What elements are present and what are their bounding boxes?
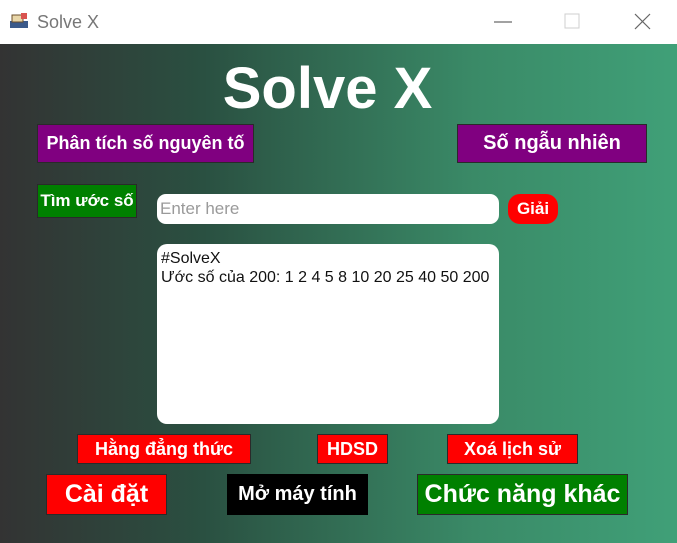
clear-history-button[interactable]: Xoá lịch sử (447, 434, 578, 464)
prime-factorization-button[interactable]: Phân tích số nguyên tố (37, 124, 254, 163)
find-divisors-button[interactable]: Tìm ước số (37, 184, 137, 218)
number-input[interactable]: Enter here (157, 194, 499, 224)
open-calculator-button[interactable]: Mở máy tính (227, 474, 368, 515)
identities-button[interactable]: Hằng đẳng thức (77, 434, 251, 464)
guide-button[interactable]: HDSD (317, 434, 388, 464)
minimize-button[interactable] (480, 8, 526, 36)
settings-button[interactable]: Cài đặt (46, 474, 167, 515)
maximize-icon (564, 13, 580, 29)
close-button[interactable] (619, 8, 665, 36)
minimize-icon (494, 21, 512, 23)
solve-button[interactable]: Giải (508, 194, 558, 224)
other-functions-button[interactable]: Chức năng khác (417, 474, 628, 515)
maximize-button[interactable] (548, 8, 594, 36)
input-placeholder: Enter here (160, 199, 240, 218)
output-line: Ước số của 200: 1 2 4 5 8 10 20 25 40 50… (161, 269, 490, 286)
output-line: #SolveX (161, 250, 221, 267)
title-bar: Solve X (0, 0, 677, 44)
app-icon (9, 12, 29, 30)
random-number-button[interactable]: Số ngẫu nhiên (457, 124, 647, 163)
app-heading: Solve X (222, 56, 433, 121)
result-output[interactable]: #SolveX Ước số của 200: 1 2 4 5 8 10 20 … (157, 244, 499, 424)
window-title: Solve X (37, 12, 100, 32)
close-icon (634, 13, 651, 30)
